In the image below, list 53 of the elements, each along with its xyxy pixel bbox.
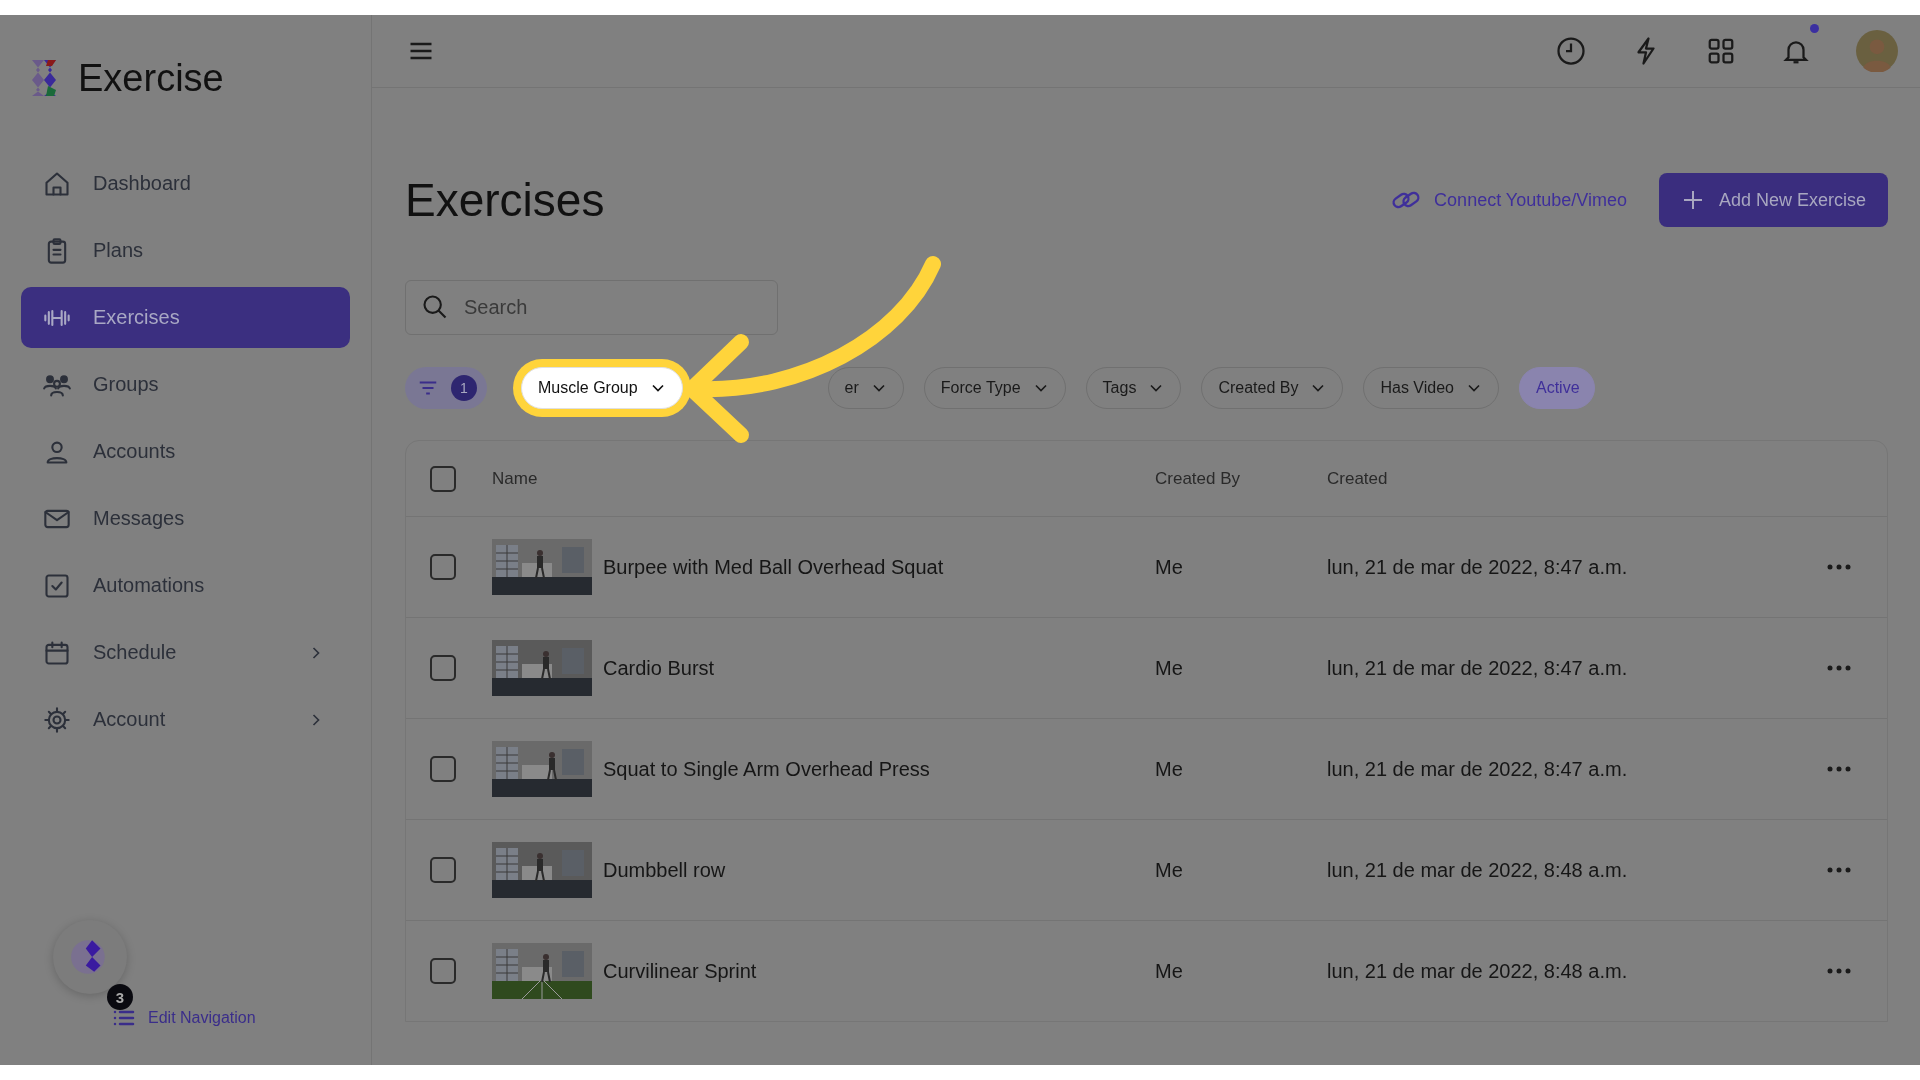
- exercise-name[interactable]: Burpee with Med Ball Overhead Squat: [603, 555, 944, 579]
- more-icon[interactable]: [1827, 765, 1851, 773]
- sidebar-item[interactable]: Exercises: [21, 287, 350, 348]
- more-icon[interactable]: [1827, 664, 1851, 672]
- sidebar-item[interactable]: Schedule: [21, 622, 350, 683]
- column-header: Created By: [1155, 468, 1242, 489]
- more-icon[interactable]: [1827, 563, 1851, 571]
- calendar-icon: [43, 638, 71, 667]
- exercise-name[interactable]: Curvilinear Sprint: [603, 959, 757, 983]
- table-cell-text: Me: [1155, 555, 1184, 579]
- sidebar-item[interactable]: Groups: [21, 354, 350, 415]
- column-header: Created: [1327, 468, 1389, 489]
- grid-icon[interactable]: [1706, 36, 1736, 66]
- row-checkbox[interactable]: [430, 958, 456, 984]
- app-name: Exercise: [78, 56, 224, 100]
- add-button[interactable]: Add New Exercise: [1658, 173, 1888, 227]
- sidebar-item[interactable]: Messages: [21, 488, 350, 549]
- gear-icon: [43, 705, 71, 734]
- sidebar-item[interactable]: Accounts: [21, 421, 350, 482]
- connect-link[interactable]: Connect Youtube/Vimeo: [1390, 184, 1627, 216]
- row-checkbox[interactable]: [430, 655, 456, 681]
- more-icon[interactable]: [1827, 866, 1851, 874]
- search-icon: [421, 293, 449, 321]
- sidebar-item[interactable]: Account: [21, 689, 350, 750]
- exercise-name[interactable]: Dumbbell row: [603, 858, 726, 882]
- table-cell-text: Me: [1155, 959, 1184, 983]
- filter-button[interactable]: 1: [405, 367, 487, 409]
- sidebar-item[interactable]: Dashboard: [21, 153, 350, 214]
- table-cell-text: lun, 21 de mar de 2022, 8:48 a.m.: [1327, 959, 1629, 983]
- sidebar-item[interactable]: Automations: [21, 555, 350, 616]
- row-checkbox[interactable]: [430, 857, 456, 883]
- checkbox-icon: [43, 571, 71, 600]
- clock-icon[interactable]: [1556, 36, 1586, 66]
- select-all-checkbox[interactable]: [430, 465, 456, 492]
- more-icon[interactable]: [1827, 967, 1851, 975]
- table-cell-text: lun, 21 de mar de 2022, 8:47 a.m.: [1327, 555, 1629, 579]
- sidebar-item[interactable]: Plans: [21, 220, 350, 281]
- row-checkbox[interactable]: [430, 756, 456, 782]
- table-cell-text: lun, 21 de mar de 2022, 8:47 a.m.: [1327, 757, 1629, 781]
- count-badge: 3: [107, 984, 133, 1010]
- table-cell-text: lun, 21 de mar de 2022, 8:47 a.m.: [1327, 656, 1629, 680]
- count-badge: 1: [451, 375, 477, 401]
- exercise-name[interactable]: Cardio Burst: [603, 656, 715, 680]
- table-cell-text: Me: [1155, 757, 1184, 781]
- table-cell-text: Me: [1155, 656, 1184, 680]
- column-header: Name: [492, 468, 539, 489]
- page-title: Exercises: [405, 173, 605, 227]
- table-cell-text: Me: [1155, 858, 1184, 882]
- search-field[interactable]: Search: [405, 280, 778, 335]
- filter-chip[interactable]: Active: [1518, 367, 1595, 409]
- table-cell-text: lun, 21 de mar de 2022, 8:48 a.m.: [1327, 858, 1629, 882]
- row-checkbox[interactable]: [430, 554, 456, 580]
- exercise-name[interactable]: Squat to Single Arm Overhead Press: [603, 757, 930, 781]
